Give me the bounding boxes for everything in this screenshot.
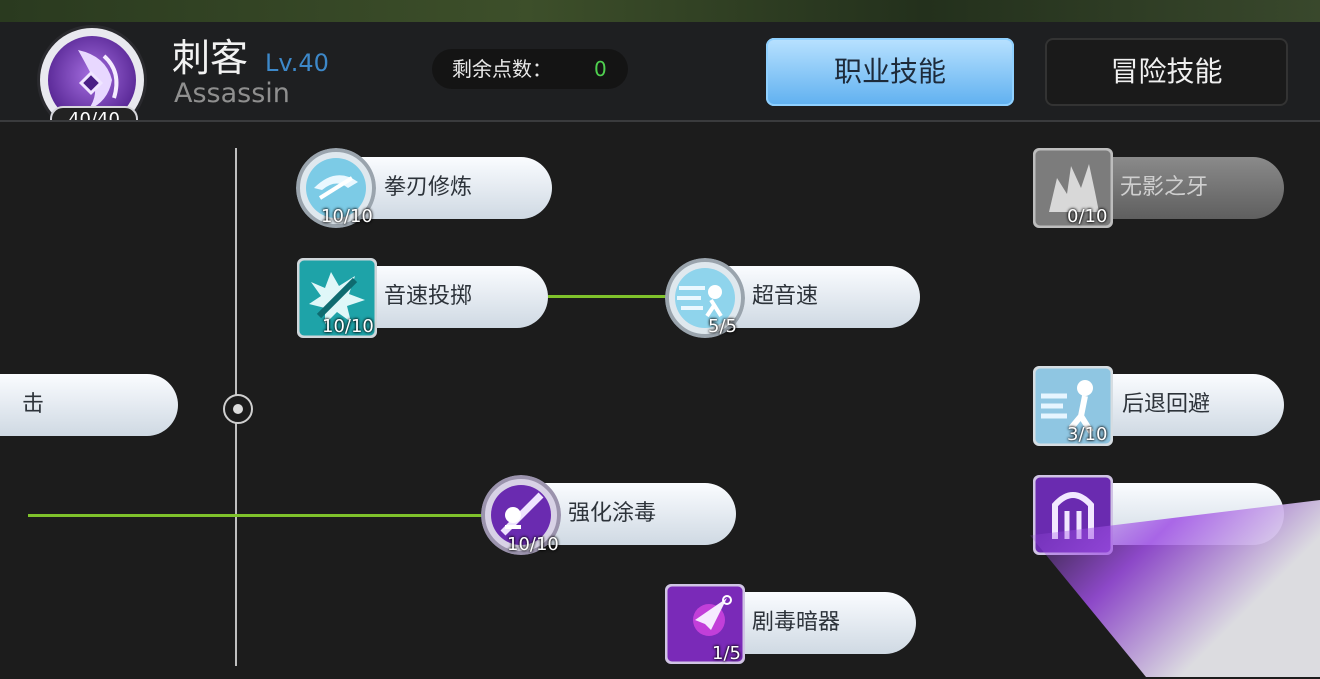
remaining-points: 剩余点数： 0 bbox=[432, 49, 628, 89]
skill-link-line bbox=[548, 295, 668, 298]
skill-name: 超音速 bbox=[752, 284, 819, 309]
skill-level: 1/5 bbox=[712, 643, 741, 664]
skill-level: 3/10 bbox=[1067, 424, 1108, 445]
points-label: 剩余点数： bbox=[452, 57, 552, 81]
skill-header: 40/40 刺客 Lv.40 Assassin 剩余点数： 0 职业技能 冒险技… bbox=[0, 22, 1320, 136]
skill-name: 击 bbox=[22, 392, 45, 417]
scene-background-strip bbox=[0, 0, 1320, 22]
skill-name: 音速投掷 bbox=[384, 284, 473, 309]
skill-level: 10/10 bbox=[507, 534, 559, 555]
skill-level: 5/5 bbox=[708, 316, 737, 337]
points-value: 0 bbox=[594, 57, 607, 81]
skill-name: 拳刃修炼 bbox=[384, 175, 473, 200]
skill-level: 0/10 bbox=[1067, 206, 1108, 227]
skill-name: 强化涂毒 bbox=[568, 501, 657, 526]
tab-job-skills[interactable]: 职业技能 bbox=[766, 38, 1014, 106]
skill-pill-partial[interactable]: 击 bbox=[0, 374, 178, 436]
skill-name: 剧毒暗器 bbox=[752, 610, 841, 635]
class-level: Lv.40 bbox=[265, 49, 329, 77]
skill-level: 10/10 bbox=[322, 316, 374, 337]
tab-adventure-skills[interactable]: 冒险技能 bbox=[1045, 38, 1288, 106]
tier-divider-node bbox=[223, 394, 253, 424]
skill-name: 无影之牙 bbox=[1120, 175, 1209, 200]
skill-name: 后退回避 bbox=[1122, 392, 1211, 417]
skill-level: 10/10 bbox=[321, 206, 373, 227]
class-title-en: Assassin bbox=[174, 78, 290, 109]
class-title: 刺客 bbox=[172, 36, 249, 80]
skill-link-line bbox=[28, 514, 484, 517]
